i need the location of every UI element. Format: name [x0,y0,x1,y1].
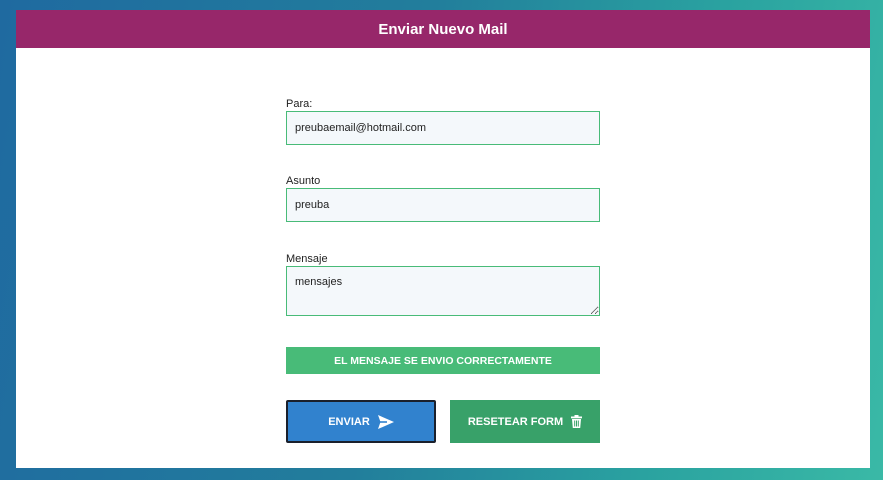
send-button-label: ENVIAR [328,415,370,428]
mensaje-label: Mensaje [286,253,328,265]
reset-button-label: RESETEAR FORM [467,415,564,428]
mail-card: Enviar Nuevo Mail Para: Asunto Mensaje m… [16,10,870,468]
trash-icon [571,415,583,428]
paper-plane-icon [377,414,394,429]
asunto-input[interactable] [286,188,600,222]
success-message: EL MENSAJE SE ENVIO CORRECTAMENTE [334,354,552,367]
card-header: Enviar Nuevo Mail [16,10,870,48]
button-row: ENVIAR RESETEAR FORM [286,400,600,443]
para-group: Para: [286,97,600,145]
reset-button[interactable]: RESETEAR FORM [450,400,600,443]
asunto-group: Asunto [286,174,600,222]
asunto-label: Asunto [286,175,321,187]
para-label: Para: [286,98,313,110]
para-input[interactable] [286,111,600,145]
mail-form: Para: Asunto Mensaje mensajes EL MENSAJE… [286,97,600,443]
send-button[interactable]: ENVIAR [286,400,436,443]
mensaje-group: Mensaje mensajes [286,252,600,316]
mensaje-textarea[interactable]: mensajes [286,266,600,316]
page-title: Enviar Nuevo Mail [378,20,508,38]
success-alert: EL MENSAJE SE ENVIO CORRECTAMENTE [286,347,600,374]
